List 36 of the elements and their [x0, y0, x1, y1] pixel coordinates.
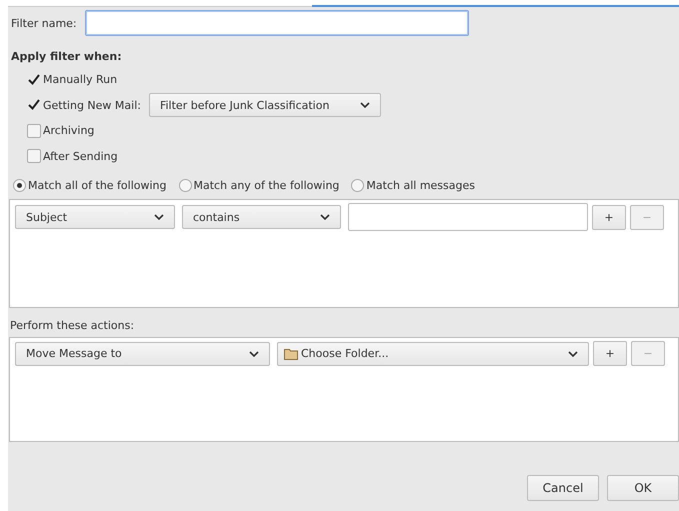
filter-name-field[interactable] — [84, 10, 469, 36]
folder-icon — [284, 348, 298, 360]
chevron-down-icon — [154, 214, 164, 220]
dropdown[interactable]: Move Message to — [15, 342, 270, 366]
dropdown[interactable]: Choose Folder... — [277, 342, 589, 366]
checkbox-label: Manually Run — [43, 73, 118, 86]
radio-button[interactable] — [13, 179, 26, 192]
section-heading: Apply filter when: — [11, 50, 123, 63]
radio-button[interactable] — [351, 179, 364, 192]
chevron-down-icon — [568, 350, 578, 356]
radio-label: Match all of the following — [28, 179, 167, 192]
checkbox[interactable] — [27, 72, 41, 87]
checkmark-icon — [28, 99, 40, 112]
field-label: Filter name: — [11, 16, 77, 30]
checkbox-label: After Sending — [43, 150, 118, 163]
add-button[interactable]: + — [593, 341, 627, 366]
checkbox-label: Archiving — [43, 124, 94, 138]
dropdown[interactable]: Subject — [15, 205, 175, 229]
chevron-down-icon — [320, 214, 330, 220]
dialog-button[interactable]: Cancel — [527, 475, 599, 501]
value-field[interactable] — [348, 203, 588, 231]
radio-label: Match any of the following — [194, 179, 340, 192]
chevron-down-icon — [249, 350, 259, 356]
chevron-down-icon — [360, 102, 370, 108]
checkmark-icon — [28, 74, 40, 86]
section-label: Perform these actions: — [10, 319, 136, 332]
checkbox-label: Getting New Mail: — [43, 98, 141, 112]
checkbox[interactable] — [27, 124, 41, 138]
checkbox[interactable] — [27, 98, 41, 112]
radio-button[interactable] — [178, 179, 192, 192]
dropdown[interactable]: contains — [182, 205, 341, 229]
checkbox[interactable] — [27, 149, 41, 164]
dialog-button[interactable]: OK — [607, 475, 679, 501]
radio-label: Match all messages — [366, 179, 475, 192]
add-button[interactable]: + — [592, 204, 626, 230]
dropdown[interactable]: Filter before Junk Classification — [148, 93, 381, 118]
